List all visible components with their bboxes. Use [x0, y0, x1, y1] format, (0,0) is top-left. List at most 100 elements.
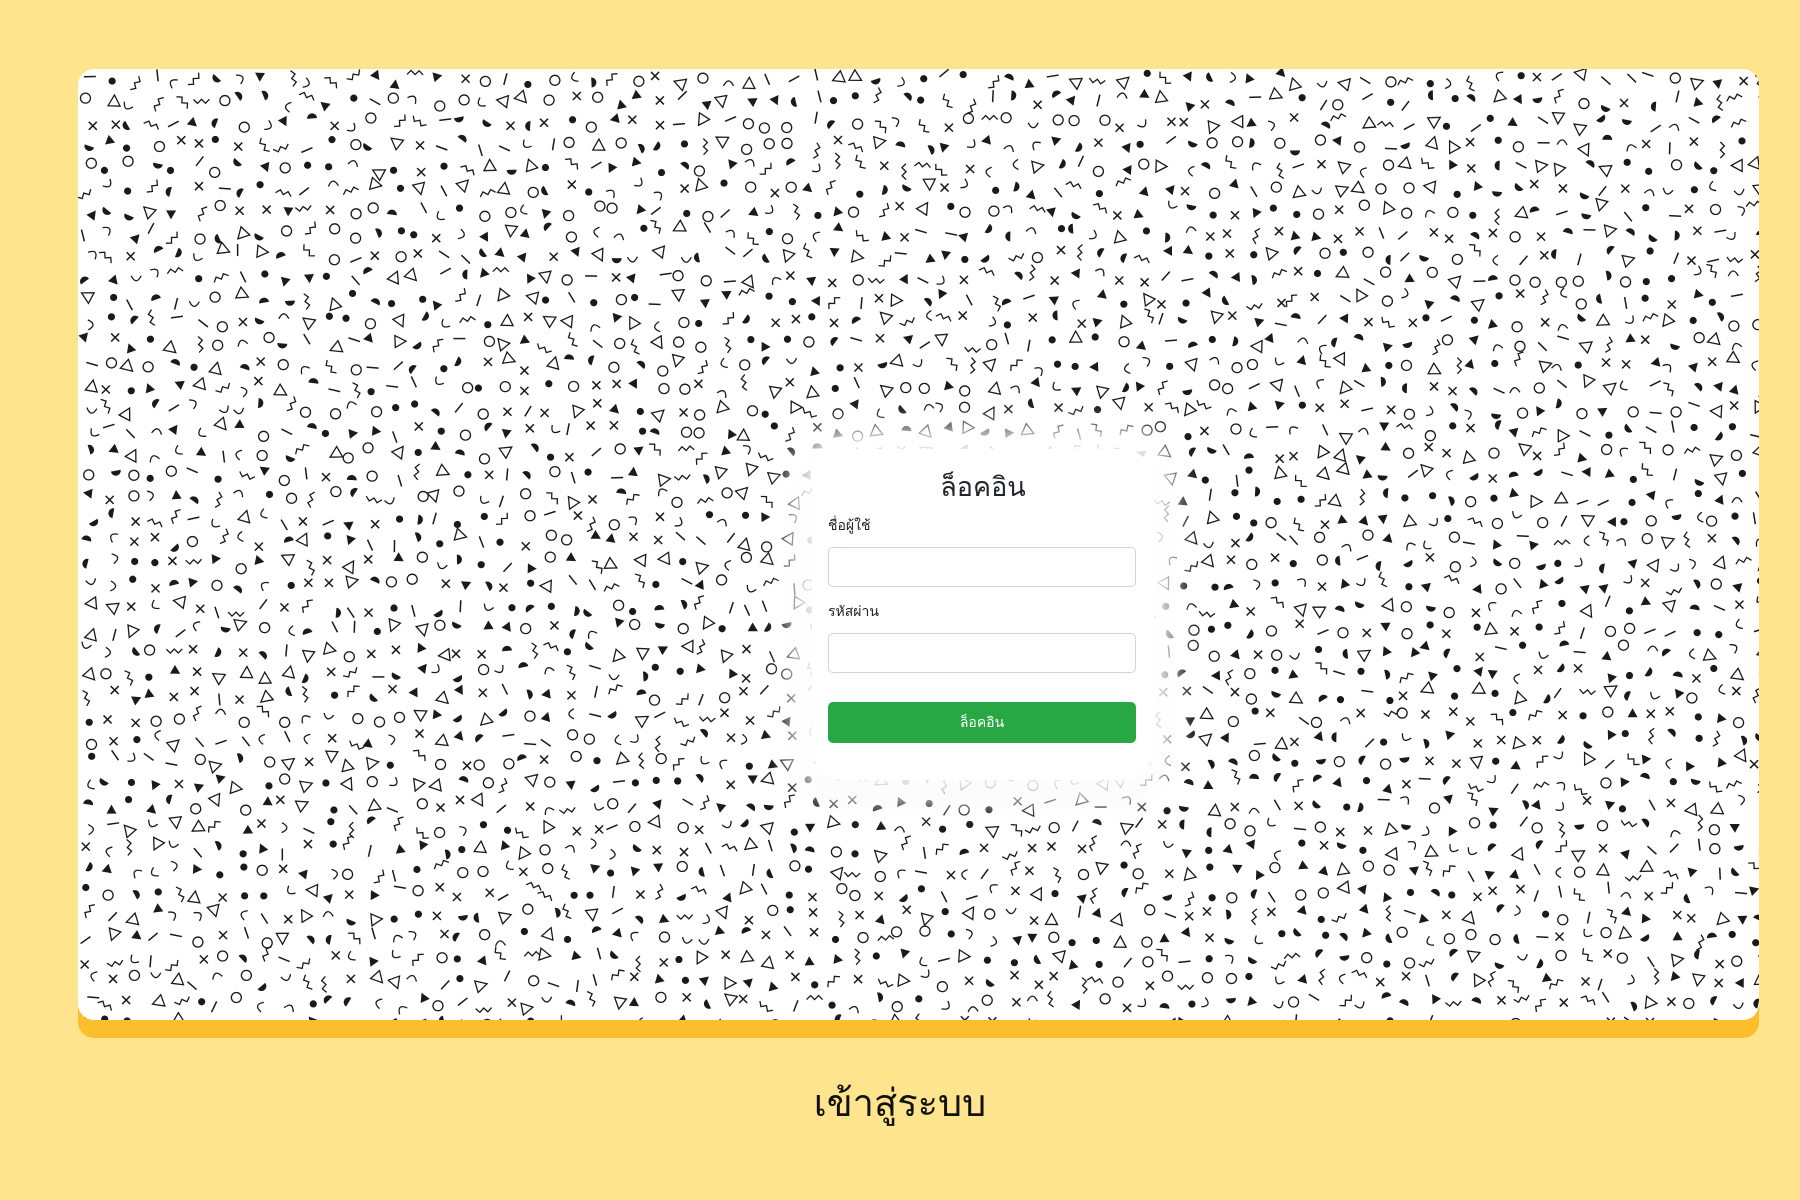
doodle-cross [979, 843, 989, 853]
doodle-line [1425, 974, 1430, 987]
doodle-cross [591, 380, 601, 390]
doodle-half-circle [742, 314, 750, 324]
doodle-half-circle [786, 158, 796, 166]
username-input[interactable] [828, 547, 1136, 587]
doodle-half-circle [1670, 343, 1681, 350]
doodle-cross [1200, 99, 1210, 109]
doodle-triangle [1551, 111, 1566, 126]
doodle-zigzag [1443, 574, 1460, 584]
doodle-half-circle [233, 158, 242, 167]
doodle-dot [1162, 602, 1170, 610]
doodle-line [350, 256, 362, 263]
doodle-dot [1623, 158, 1631, 166]
doodle-zigzag [536, 343, 552, 354]
doodle-filled-triangle [1674, 688, 1685, 699]
doodle-circle [891, 1001, 903, 1013]
password-input[interactable] [828, 633, 1136, 673]
doodle-dot [1120, 300, 1128, 308]
doodle-cross [1532, 451, 1542, 461]
doodle-dot [1298, 401, 1306, 409]
doodle-half-circle [214, 841, 222, 851]
doodle-circle [1576, 408, 1588, 420]
doodle-triangle [494, 1018, 509, 1020]
doodle-circle [1578, 97, 1590, 110]
doodle-dot [1251, 707, 1259, 715]
doodle-dot [1142, 227, 1151, 235]
doodle-half-circle [898, 893, 908, 903]
doodle-circle [633, 75, 645, 87]
doodle-line [1361, 689, 1374, 693]
doodle-triangle [1335, 461, 1350, 476]
doodle-filled-triangle [1296, 355, 1307, 366]
doodle-circle [1428, 802, 1441, 814]
doodle-filled-triangle [343, 521, 354, 531]
doodle-filled-triangle [1627, 559, 1638, 569]
doodle-cross [441, 579, 451, 589]
doodle-line [1718, 867, 1722, 880]
doodle-zigzag [1580, 995, 1596, 1006]
doodle-dot [1273, 497, 1281, 506]
doodle-cross [1027, 843, 1037, 853]
doodle-zigzag [935, 843, 949, 855]
doodle-cross [1641, 139, 1651, 149]
doodle-arc [258, 733, 266, 745]
doodle-arc [654, 321, 661, 333]
doodle-cross [279, 602, 289, 612]
doodle-line [1467, 870, 1475, 883]
doodle-circle [1287, 996, 1300, 1008]
doodle-circle [1495, 583, 1507, 595]
doodle-triangle [302, 317, 317, 331]
doodle-triangle [473, 839, 488, 854]
doodle-filled-triangle [1181, 848, 1192, 859]
doodle-cross [549, 620, 559, 630]
doodle-cross [1686, 256, 1697, 266]
doodle-line [1235, 474, 1239, 487]
doodle-filled-triangle [615, 617, 625, 628]
doodle-half-circle [1121, 887, 1129, 898]
doodle-line [1403, 123, 1415, 131]
doodle-cross [321, 472, 331, 482]
doodle-dot [1442, 122, 1451, 130]
doodle-half-circle [1707, 932, 1717, 939]
doodle-half-circle [583, 608, 593, 617]
doodle-zigzag [175, 886, 185, 903]
doodle-line [505, 468, 509, 481]
doodle-filled-triangle [420, 992, 430, 1004]
doodle-half-circle [277, 343, 288, 349]
doodle-cross [485, 888, 495, 898]
doodle-cross [1182, 686, 1192, 696]
doodle-cross [959, 275, 969, 285]
doodle-dot [265, 782, 273, 790]
doodle-circle [1728, 320, 1740, 332]
doodle-triangle [1426, 116, 1442, 130]
doodle-cross [1429, 227, 1439, 237]
doodle-circle [186, 535, 199, 548]
doodle-dot [814, 211, 822, 220]
doodle-dot [330, 806, 338, 814]
doodle-circle [1270, 181, 1283, 193]
doodle-circle [608, 361, 620, 373]
doodle-circle [592, 91, 604, 103]
doodle-half-circle [214, 647, 222, 658]
doodle-half-circle [1318, 694, 1328, 703]
doodle-dot [524, 80, 532, 89]
doodle-zigzag [1660, 882, 1674, 894]
doodle-cross [1340, 399, 1350, 409]
doodle-triangle [1183, 866, 1198, 882]
login-button[interactable]: ล็อคอิน [828, 702, 1136, 743]
doodle-arc [148, 819, 159, 828]
doodle-arc [722, 80, 735, 87]
doodle-arc [919, 956, 928, 967]
doodle-arc [1026, 995, 1038, 1002]
doodle-dot [1298, 839, 1306, 847]
doodle-circle [758, 122, 771, 134]
doodle-zigzag [475, 1007, 493, 1014]
doodle-arc [544, 667, 555, 675]
doodle-circle [1489, 933, 1501, 946]
doodle-arc [1121, 796, 1131, 805]
doodle-half-circle [484, 422, 493, 432]
doodle-line [393, 885, 407, 890]
doodle-line [386, 807, 399, 813]
doodle-half-circle [1357, 802, 1364, 813]
doodle-circle [583, 733, 596, 745]
